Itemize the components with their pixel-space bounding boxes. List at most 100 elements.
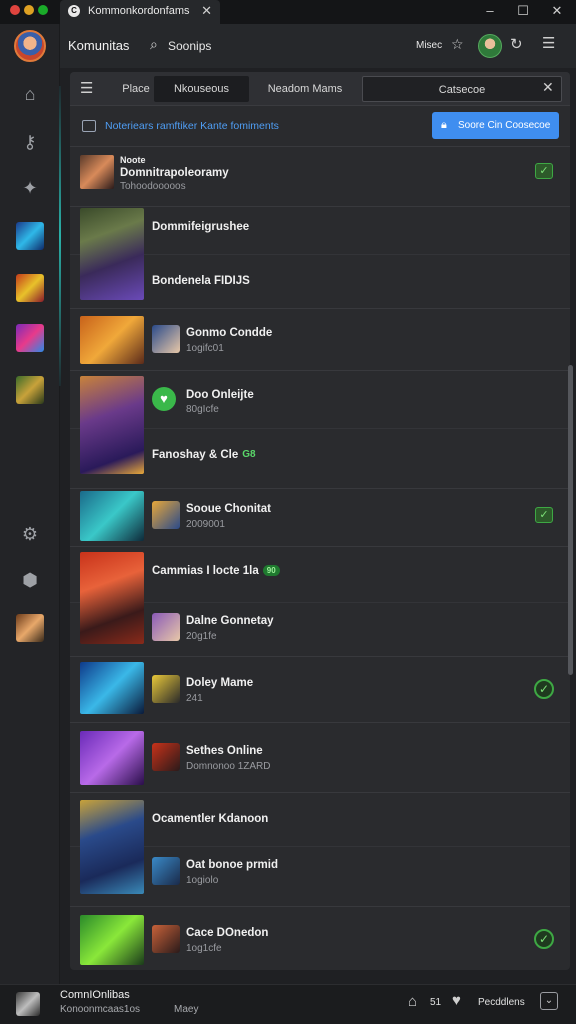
check-circle-icon[interactable]: ✓ <box>534 679 554 699</box>
filter-clear-icon[interactable]: ✕ <box>542 79 554 96</box>
browser-tab[interactable]: C Kommonkordonfams ✕ <box>60 0 220 24</box>
toolbar-right-label[interactable]: Misec <box>416 40 442 51</box>
primary-action-button[interactable]: 🔒︎ Soore Cin Coosecoe <box>432 112 559 139</box>
item-title: Bondenela FIDIJS <box>152 275 250 287</box>
title-bar: C Kommonkordonfams ✕ – ☐ ✕ <box>0 0 576 24</box>
minimize-window-button[interactable] <box>24 5 34 15</box>
search-input[interactable]: Soonips <box>168 39 211 53</box>
tab-neadom-mams[interactable]: Neadom Mams <box>255 76 355 102</box>
list-item[interactable]: Dommifeigrushee <box>70 206 570 254</box>
hamburger-icon[interactable]: ☰ <box>80 79 93 97</box>
item-subtitle: 80gIcfe <box>186 404 219 415</box>
sidebar-game-4[interactable] <box>16 376 44 404</box>
item-title: Noote <box>120 155 146 165</box>
item-title: Ocamentler Kdanoon <box>152 813 269 825</box>
list-item[interactable]: Bondenela FIDIJS <box>70 254 570 308</box>
sidebar: ⌂ ⚷ ✦ ⚙ ⬢ <box>0 24 60 984</box>
menu-list-icon[interactable]: ☰ <box>542 34 555 52</box>
check-icon[interactable]: ✓ <box>535 507 553 523</box>
footer-extra: Maey <box>174 1004 199 1015</box>
list-item[interactable]: Sooue Chonitat 2009001 ✓ <box>70 488 570 546</box>
main-panel: ☰ Place Nkouseous Neadom Mams Catsecoe ✕… <box>70 72 570 970</box>
game-cover-art <box>80 376 144 474</box>
maximize-window-button[interactable] <box>38 5 48 15</box>
search-icon[interactable]: ⌕ <box>150 36 158 53</box>
check-circle-icon[interactable]: ✓ <box>534 929 554 949</box>
app-name: Komunitas <box>68 38 130 53</box>
refresh-icon[interactable]: ↻ <box>510 35 523 53</box>
item-subtitle: Tohoodooooos <box>120 181 186 192</box>
item-badge: G8 <box>242 449 256 461</box>
close-icon[interactable]: ✕ <box>549 3 565 19</box>
list-item[interactable]: Sethes Online Domnonoo 1ZARD <box>70 722 570 792</box>
tab-favicon-icon: C <box>68 5 80 17</box>
sidebar-game-1[interactable] <box>16 222 44 250</box>
puzzle-icon[interactable]: ✦ <box>16 174 44 202</box>
settings-icon[interactable]: ⚙ <box>16 520 44 548</box>
home-icon[interactable]: ⌂ <box>16 80 44 108</box>
list-item[interactable]: Cammias I locte 1la 90 <box>70 546 570 602</box>
list-item[interactable]: Oat bonoe prmid 1ogiolo <box>70 846 570 906</box>
sidebar-game-3[interactable] <box>16 324 44 352</box>
item-subtitle: Domnonoo 1ZARD <box>186 761 271 772</box>
mini-avatar <box>152 325 180 353</box>
item-title: Oat bonoe prmid <box>186 859 278 871</box>
footer-title: ComnIOnlibas <box>60 989 130 1001</box>
segment-bar: ☰ Place Nkouseous Neadom Mams Catsecoe ✕ <box>70 72 570 106</box>
mini-avatar <box>152 743 180 771</box>
star-icon[interactable]: ☆ <box>451 36 464 53</box>
game-thumbnail <box>80 491 144 541</box>
item-title: Dalne Gonnetay <box>186 615 274 627</box>
list-item[interactable]: Noote Domnitrapoleoramy Tohoodooooos ✓ <box>70 146 570 206</box>
minimize-icon[interactable]: – <box>482 3 498 18</box>
sidebar-game-5[interactable] <box>16 614 44 642</box>
tab-nkouseous[interactable]: Nkouseous <box>154 76 249 102</box>
mini-avatar <box>152 675 180 703</box>
cube-icon[interactable]: ⬢ <box>16 566 44 594</box>
game-cover-art <box>80 552 144 644</box>
game-thumbnail <box>80 662 144 714</box>
footer-right-label[interactable]: Pecddlens <box>478 997 525 1008</box>
filter-field[interactable]: Catsecoe <box>362 76 562 102</box>
home-icon[interactable]: ⌂ <box>408 993 417 1010</box>
item-title: Cace DOnedon <box>186 927 269 939</box>
heart-icon[interactable]: ♥ <box>452 992 461 1009</box>
item-title-text: Cammias I locte 1la <box>152 565 259 577</box>
primary-action-label: Soore Cin Coosecoe <box>458 120 551 131</box>
item-title-text: Fanoshay & Cle <box>152 449 239 461</box>
maximize-icon[interactable]: ☐ <box>515 3 531 19</box>
user-avatar[interactable] <box>478 34 502 58</box>
chevron-down-icon[interactable]: ⌄ <box>540 992 558 1010</box>
list-item[interactable]: Cace DOnedon 1og1cfe ✓ <box>70 906 570 970</box>
list-item[interactable]: Gonmo Condde 1ogifc01 <box>70 308 570 370</box>
tab-close-icon[interactable]: ✕ <box>201 3 212 19</box>
mini-avatar <box>152 613 180 641</box>
footer-bar: ComnIOnlibas Konoonmcaas1os Maey ⌂ 51 ♥ … <box>0 984 576 1024</box>
list-item[interactable]: Dalne Gonnetay 20g1fe <box>70 602 570 656</box>
close-window-button[interactable] <box>10 5 20 15</box>
game-cover-art <box>80 208 144 300</box>
game-cover-art <box>80 800 144 894</box>
item-subtitle: 1ogiolo <box>186 875 219 886</box>
item-title: Sethes Online <box>186 745 263 757</box>
mini-avatar <box>152 925 180 953</box>
check-icon[interactable]: ✓ <box>535 163 553 179</box>
profile-avatar[interactable] <box>14 30 46 62</box>
game-thumbnail <box>80 731 144 785</box>
list-item[interactable]: Doley Mame 241 ✓ <box>70 656 570 722</box>
sidebar-game-2[interactable] <box>16 274 44 302</box>
footer-avatar[interactable] <box>16 992 40 1016</box>
list-item[interactable]: Fanoshay & Cle G8 <box>70 428 570 488</box>
item-title: Fanoshay & Cle G8 <box>152 449 256 461</box>
game-thumbnail <box>80 915 144 965</box>
notification-text[interactable]: Noteriears ramftiker Kante fomiments <box>105 120 279 132</box>
notification-icon <box>82 120 96 132</box>
item-badge: 90 <box>262 565 280 577</box>
key-icon[interactable]: ⚷ <box>16 128 44 156</box>
list-item[interactable]: ♥ Doo Onleijte 80gIcfe <box>70 370 570 428</box>
item-subtitle: 1og1cfe <box>186 943 222 954</box>
scrollbar[interactable] <box>568 365 573 675</box>
toolbar: Komunitas ⌕ Soonips Misec ☆ ↻ ☰ <box>60 24 576 68</box>
tab-title: Kommonkordonfams <box>88 5 190 17</box>
list-item[interactable]: Ocamentler Kdanoon <box>70 792 570 846</box>
